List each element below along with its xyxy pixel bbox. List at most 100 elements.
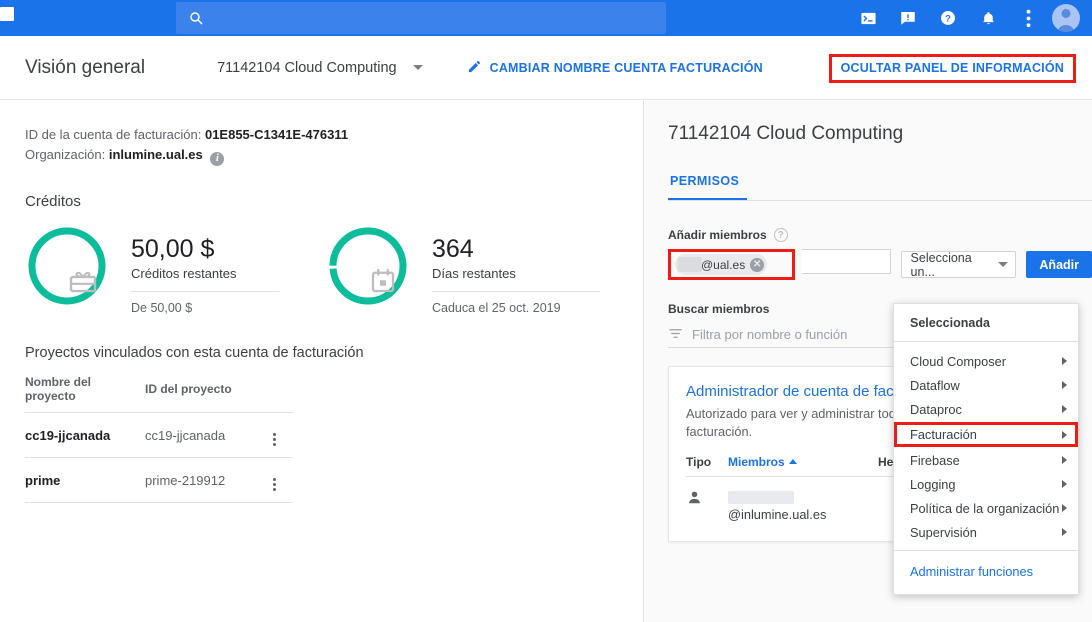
role-select-value: Selecciona un... <box>910 250 972 279</box>
chevron-right-icon <box>1062 430 1067 439</box>
table-row[interactable]: cc19-jjcanada cc19-jjcanada <box>25 412 293 458</box>
rename-billing-account-label: CAMBIAR NOMBRE CUENTA FACTURACIÓN <box>489 60 763 75</box>
member-type-cell <box>686 477 728 524</box>
menu-item-dataflow[interactable]: Dataflow <box>894 373 1078 397</box>
menu-item-label: Logging <box>910 476 956 492</box>
add-members-row: @ual.es ✕ Selecciona un... Añadir <box>668 249 1092 280</box>
menu-item-supervision[interactable]: Supervisión <box>894 520 1078 544</box>
menu-item-label: Dataflow <box>910 377 960 393</box>
table-header-row: Nombre del proyecto ID del proyecto <box>25 371 293 413</box>
menu-item-logging[interactable]: Logging <box>894 472 1078 496</box>
billing-account-name: 71142104 Cloud Computing <box>217 59 397 76</box>
feedback-icon[interactable] <box>888 0 928 36</box>
more-options-icon[interactable] <box>1008 0 1048 36</box>
redacted-username <box>678 257 702 272</box>
billing-id-row: ID de la cuenta de facturación: 01E855-C… <box>25 125 643 145</box>
days-sublabel: Caduca el 25 oct. 2019 <box>432 291 600 315</box>
dropdown-group-label: Seleccionada <box>910 316 990 330</box>
rename-billing-account-button[interactable]: CAMBIAR NOMBRE CUENTA FACTURACIÓN <box>467 59 763 77</box>
project-id: cc19-jjcanada <box>145 412 255 458</box>
role-select[interactable]: Selecciona un... <box>900 250 1017 279</box>
credits-value: 50,00 $ <box>131 235 215 263</box>
add-members-label-text: Añadir miembros <box>668 228 767 242</box>
hide-info-panel-button[interactable]: OCULTAR PANEL DE INFORMACIÓN <box>841 61 1064 75</box>
days-text: 364 Días restantes Caduca el 25 oct. 201… <box>432 224 600 315</box>
credits-text: 50,00 $ Créditos restantes De 50,00 $ <box>131 224 279 315</box>
dropdown-items: Cloud Composer Dataflow Dataproc Factura… <box>894 342 1078 550</box>
sort-asc-icon <box>788 459 797 464</box>
chevron-right-icon <box>1062 381 1067 389</box>
avatar-body <box>1057 25 1075 32</box>
project-id: prime-219912 <box>145 457 255 503</box>
info-panel-title: 71142104 Cloud Computing <box>668 123 904 144</box>
credits-label: Créditos restantes <box>131 266 237 281</box>
menu-item-firebase[interactable]: Firebase <box>894 448 1078 472</box>
member-chip-label: @ual.es <box>701 257 746 272</box>
avatar[interactable] <box>1052 4 1080 32</box>
menu-item-label: Supervisión <box>910 524 977 540</box>
role-dropdown-menu: Seleccionada Cloud Composer Dataflow Dat… <box>893 303 1079 595</box>
more-options-icon[interactable] <box>272 478 276 491</box>
member-chip[interactable]: @ual.es ✕ <box>675 254 768 275</box>
organization-value: inlumine.ual.es <box>108 147 203 162</box>
col-miembros[interactable]: Miembros <box>728 455 878 477</box>
hide-info-panel-highlight: OCULTAR PANEL DE INFORMACIÓN <box>828 54 1076 83</box>
tab-permisos[interactable]: PERMISOS <box>668 174 748 200</box>
credits-sublabel: De 50,00 $ <box>131 291 279 315</box>
project-name: cc19-jjcanada <box>25 412 145 458</box>
billing-account-selector[interactable]: 71142104 Cloud Computing <box>217 60 423 76</box>
top-app-bar: ? <box>0 0 1092 36</box>
organization-label: Organización: <box>25 147 106 162</box>
menu-item-label: Facturación <box>910 427 977 442</box>
credits-row: 50,00 $ Créditos restantes De 50,00 $ 36… <box>25 224 643 315</box>
help-icon[interactable]: ? <box>928 0 968 36</box>
chevron-right-icon <box>1062 528 1067 536</box>
info-panel-tabs: PERMISOS <box>668 167 1092 201</box>
linked-projects-table: Nombre del proyecto ID del proyecto cc19… <box>25 371 293 503</box>
member-email: @inlumine.ual.es <box>728 489 878 523</box>
menu-item-politica-organizacion[interactable]: Política de la organización <box>894 496 1078 520</box>
search-icon <box>188 10 204 26</box>
credit-days-remaining: 364 Días restantes Caduca el 25 oct. 201… <box>326 224 600 315</box>
search-input[interactable] <box>176 2 666 34</box>
chevron-right-icon <box>1062 504 1067 512</box>
chevron-right-icon <box>1062 357 1067 365</box>
filter-icon <box>668 326 683 344</box>
billing-id-label: ID de la cuenta de facturación: <box>25 127 202 142</box>
days-label: Días restantes <box>432 266 516 281</box>
menu-item-label: Firebase <box>910 452 960 468</box>
manage-roles-link[interactable]: Administrar funciones <box>894 551 1078 594</box>
credits-section-title: Créditos <box>25 193 81 210</box>
menu-item-cloud-composer[interactable]: Cloud Composer <box>894 349 1078 373</box>
menu-item-label: Política de la organización <box>910 500 1060 516</box>
person-icon <box>686 491 703 510</box>
help-icon[interactable]: ? <box>773 228 788 242</box>
menu-item-dataproc[interactable]: Dataproc <box>894 397 1078 421</box>
billing-id-value: 01E855-C1341E-476311 <box>204 127 349 142</box>
member-email-text: @inlumine.ual.es <box>728 507 827 522</box>
col-tipo: Tipo <box>686 455 728 477</box>
notifications-icon[interactable] <box>968 0 1008 36</box>
chevron-right-icon <box>1062 456 1067 464</box>
topbar-actions: ? <box>848 0 1086 36</box>
menu-item-label: Dataproc <box>910 401 962 417</box>
project-name: prime <box>25 457 145 503</box>
row-actions-cell <box>255 412 293 458</box>
menu-item-facturacion[interactable]: Facturación <box>894 422 1078 447</box>
chevron-down-icon <box>412 65 423 70</box>
billing-metadata: ID de la cuenta de facturación: 01E855-C… <box>25 125 643 166</box>
svg-text:?: ? <box>945 13 951 23</box>
menu-item-label: Cloud Composer <box>910 353 1007 369</box>
add-members-input-tail[interactable] <box>801 249 891 274</box>
table-row[interactable]: prime prime-219912 <box>25 457 293 503</box>
close-icon[interactable]: ✕ <box>750 257 765 272</box>
cloud-shell-icon[interactable] <box>848 0 888 36</box>
app-logo-stub[interactable] <box>0 7 14 21</box>
chevron-right-icon <box>1062 405 1067 413</box>
row-actions-cell <box>255 457 293 503</box>
pencil-icon <box>467 59 482 77</box>
more-options-icon[interactable] <box>272 433 276 446</box>
info-icon[interactable]: i <box>210 152 225 166</box>
add-member-button[interactable]: Añadir <box>1026 251 1092 278</box>
credits-donut <box>25 224 109 308</box>
